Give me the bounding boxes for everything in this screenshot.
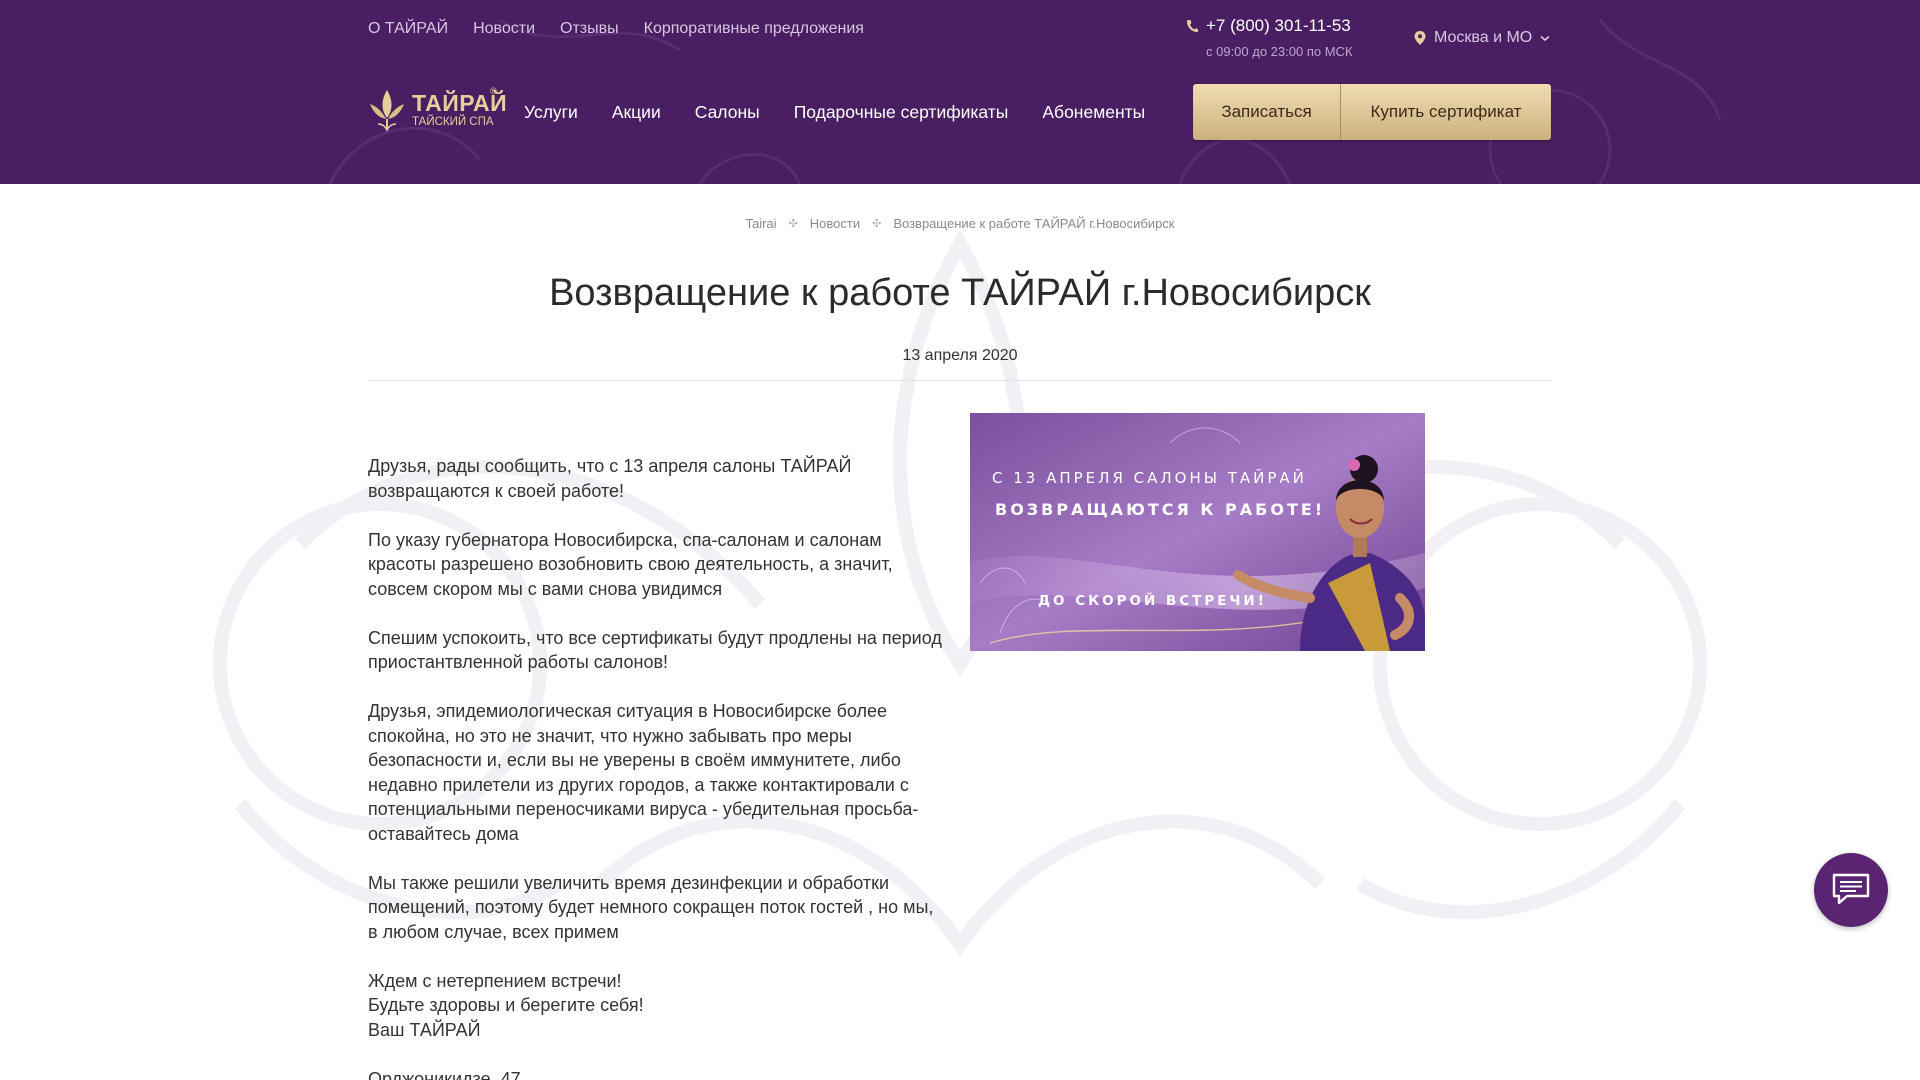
article-paragraph: По указу губернатора Новосибирска, спа-с… [368,528,953,602]
article-paragraph: Орджоникидзе, 47 [368,1067,953,1080]
page-title: Возвращение к работе ТАЙРАЙ г.Новосибирс… [549,272,1371,314]
article-line: Мы также решили увеличить время дезинфек… [368,872,890,893]
location-pin-icon [1414,31,1426,45]
working-hours: с 09:00 до 23:00 по МСК [1206,44,1353,59]
phone-number: +7 (800) 301-11-53 [1206,16,1351,35]
article-paragraph: Мы также решили увеличить время дезинфек… [368,871,953,945]
lotus-logo-icon [370,90,404,132]
article-line: По указу губернатора Новосибирска, спа-с… [368,529,882,550]
logo-subtitle: ТАЙСКИЙ СПА [412,116,494,128]
city-selector[interactable]: Москва и МО [1414,29,1550,47]
article-line: Спешим успокоить, что все сертификаты бу… [368,627,942,648]
article-line: недавно прилетели из других городов, а т… [368,774,909,795]
chat-icon [1832,873,1870,905]
article-body: Друзья, рады сообщить, что с 13 апреля с… [368,454,953,1080]
top-nav-corporate[interactable]: Корпоративные предложения [644,18,864,40]
article-paragraph: Спешим успокоить, что все сертификаты бу… [368,626,953,675]
site-logo[interactable]: ТАЙРАЙ ТАЙСКИЙ СПА ® [368,86,507,132]
city-label: Москва и МО [1434,29,1533,46]
chat-widget-button[interactable] [1814,853,1888,927]
article-line: потенциальными переносчиками вируса - уб… [368,799,919,819]
breadcrumb: Tairai ✣ Новости ✣ Возвращение к работе … [0,216,1920,231]
top-nav-reviews[interactable]: Отзывы [560,18,619,40]
article-line: помещений, поэтому будет немного сокраще… [368,897,934,917]
logo-registered-mark: ® [490,86,497,96]
banner-line-3: ДО СКОРОЙ ВСТРЕЧИ! [1038,593,1267,609]
article-line: приостантвленной работы салонов! [368,652,669,672]
phone-icon [1186,20,1198,33]
article-line: безопасности и, если вы не уверены в сво… [368,750,901,770]
header-actions: Записаться Купить сертификат [1193,84,1551,140]
top-nav-about[interactable]: О ТАЙРАЙ [368,18,448,40]
header-ornament [328,18,1722,184]
signup-button[interactable]: Записаться [1193,84,1341,140]
background-ornament [213,229,1707,957]
main-nav-salons[interactable]: Салоны [695,100,760,124]
article-line: Ваш ТАЙРАЙ [368,1019,481,1040]
article-line: возвращаются к своей работе! [368,480,625,501]
article-paragraph: Друзья, эпидемиологическая ситуация в Но… [368,699,953,846]
article-paragraph: Ждем с нетерпением встречи! Будьте здоро… [368,969,953,1043]
chevron-down-icon [1540,35,1550,41]
breadcrumb-separator-icon: ✣ [788,218,798,230]
top-nav-news[interactable]: Новости [473,18,535,40]
article-line: Ждем с нетерпением встречи! [368,970,622,991]
banner-line-1: С 13 АПРЕЛЯ САЛОНЫ ТАЙРАЙ [992,469,1307,487]
breadcrumb-home[interactable]: Tairai [745,216,776,231]
breadcrumb-news[interactable]: Новости [810,216,860,231]
top-nav: О ТАЙРАЙ Новости Отзывы Корпоративные пр… [368,18,864,40]
main-nav-promotions[interactable]: Акции [612,100,661,124]
site-header: О ТАЙРАЙ Новости Отзывы Корпоративные пр… [0,0,1920,184]
article-line: спокойна, но это не значит, что нужно за… [368,725,852,746]
main-nav-gift-certificates[interactable]: Подарочные сертификаты [794,100,1009,124]
promo-banner: С 13 АПРЕЛЯ САЛОНЫ ТАЙРАЙ ВОЗВРАЩАЮТСЯ К… [970,413,1425,651]
title-divider [368,380,1552,381]
article-line: в любом случае, всех примем [368,921,619,942]
article-line: Будьте здоровы и берегите себя! [368,995,644,1015]
article-paragraph: Друзья, рады сообщить, что с 13 апреля с… [368,454,953,503]
breadcrumb-current: Возвращение к работе ТАЙРАЙ г.Новосибирс… [893,216,1175,231]
article-line: совсем скором мы с вами снова увидимся [368,578,723,599]
article-line: Орджоникидзе, 47 [368,1068,521,1080]
article-date: 13 апреля 2020 [902,347,1018,364]
main-nav-services[interactable]: Услуги [524,100,578,124]
article-line: Друзья, рады сообщить, что с 13 апреля с… [368,456,852,476]
article-line: оставайтесь дома [368,823,519,844]
article-line: красоты разрешено возобновить свою деяте… [368,554,893,574]
main-nav-subscriptions[interactable]: Абонементы [1042,100,1145,124]
main-nav: Услуги Акции Салоны Подарочные сертифика… [524,100,1145,124]
breadcrumb-separator-icon: ✣ [872,218,882,230]
buy-certificate-button[interactable]: Купить сертификат [1341,84,1551,140]
phone-link[interactable]: +7 (800) 301-11-53 [1186,16,1351,36]
article-line: Друзья, эпидемиологическая ситуация в Но… [368,701,888,721]
banner-line-2: ВОЗВРАЩАЮТСЯ К РАБОТЕ! [995,500,1326,519]
banner-artwork [970,413,1425,651]
